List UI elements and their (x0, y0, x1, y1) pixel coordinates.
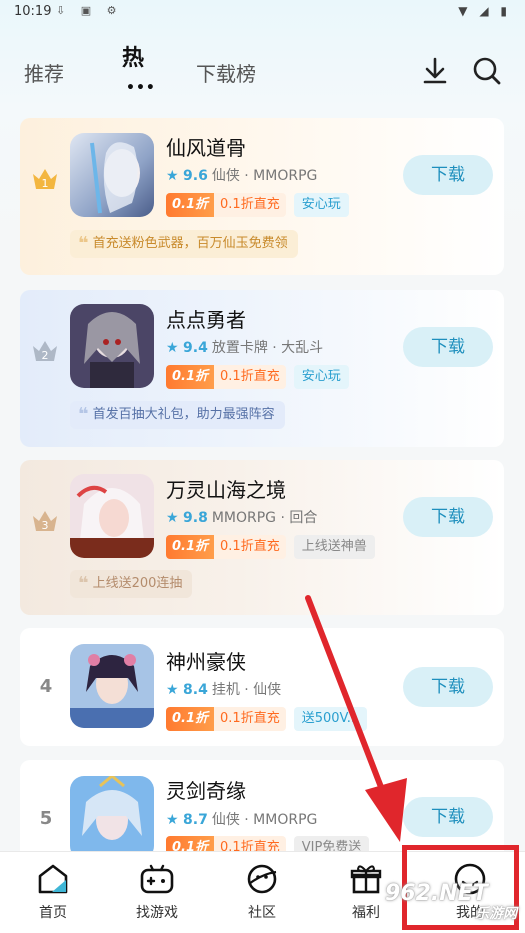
game-title[interactable]: 灵剑奇缘 (166, 775, 246, 804)
discount-badge: 0.1折 (166, 707, 215, 731)
rank-number: 5 (39, 808, 53, 829)
game-meta: ★ 8.7 仙侠 · MMORPG (166, 809, 317, 829)
discount-label: 0.1折直充 (214, 707, 286, 731)
quote-icon: ❝ (78, 573, 89, 594)
tab-hot[interactable]: 热 (122, 40, 144, 72)
star-icon: ★ (166, 340, 179, 356)
promo-text: 首充送粉色武器，百万仙玉免费领 (92, 236, 288, 251)
discount-label: 0.1折直充 (214, 535, 286, 559)
nav-label: 找游戏 (136, 905, 178, 921)
rank-number: 1 (42, 177, 49, 190)
feature-tag: 上线送神兽 (293, 535, 375, 559)
game-card[interactable]: 3 万灵山海之境 ★ 9.8 MMORPG · 回合 0.1折 0.1折直充 上线送神… (20, 460, 504, 615)
promo-text: 上线送200连抽 (92, 576, 183, 591)
download-button[interactable]: 下载 (403, 497, 493, 537)
game-icon-lingjianqiyuan[interactable] (70, 776, 154, 860)
game-score: 9.4 (183, 340, 208, 356)
watermark-sub: 乐游网 (475, 906, 517, 922)
game-meta: ★ 8.4 挂机 · 仙侠 (166, 679, 281, 699)
download-button[interactable]: 下载 (403, 327, 493, 367)
nav-home[interactable]: 首页 (13, 862, 93, 922)
discount-label: 0.1折直充 (214, 365, 286, 389)
game-category: 仙侠 · MMORPG (211, 812, 318, 828)
signal-battery-icons: ▼ ◢ ▮ (458, 4, 511, 18)
search-icon[interactable] (470, 54, 504, 88)
discount-badge: 0.1折 (166, 365, 215, 389)
gold-medal-icon: 1 (33, 169, 57, 190)
tag-row: 0.1折 0.1折直充 安心玩 (166, 365, 349, 389)
game-score: 8.4 (183, 682, 208, 698)
tag-row: 0.1折 0.1折直充 安心玩 (166, 193, 349, 217)
game-icon-diandianyongzhe[interactable] (70, 304, 154, 388)
gift-icon (350, 865, 382, 894)
rank-number: 4 (39, 676, 53, 697)
tab-download-rank[interactable]: 下载榜 (196, 58, 256, 87)
quote-icon: ❝ (78, 233, 89, 254)
top-tab-bar: 推荐 热 ••• 下载榜 (0, 30, 525, 110)
game-category: 放置卡牌 · 大乱斗 (211, 340, 324, 356)
game-title[interactable]: 神州豪侠 (166, 646, 246, 675)
tab-recommend[interactable]: 推荐 (24, 58, 64, 87)
bronze-medal-icon: 3 (33, 511, 57, 532)
game-card[interactable]: 4 神州豪侠 ★ 8.4 挂机 · 仙侠 0.1折 0.1折直充 送500V... 下… (20, 628, 504, 746)
game-title[interactable]: 万灵山海之境 (166, 474, 286, 503)
star-icon: ★ (166, 812, 179, 828)
game-icon-shenzhouhaoxia[interactable] (70, 644, 154, 728)
promo-quote: ❝ 首充送粉色武器，百万仙玉免费领 (70, 230, 298, 258)
rank-number: 2 (42, 349, 49, 362)
tab-active-indicator: ••• (126, 80, 156, 96)
nav-community[interactable]: 社区 (222, 862, 302, 922)
feature-tag: 安心玩 (293, 193, 349, 217)
rank-number: 3 (42, 519, 49, 532)
nav-find-game[interactable]: 找游戏 (117, 862, 197, 922)
game-icon-wanlingshanhai[interactable] (70, 474, 154, 558)
star-icon: ★ (166, 168, 179, 184)
game-category: 挂机 · 仙侠 (211, 682, 282, 698)
download-icon[interactable] (418, 54, 452, 88)
feature-tag: 送500V... (293, 707, 368, 731)
quote-icon: ❝ (78, 404, 89, 425)
discount-badge: 0.1折 (166, 193, 215, 217)
download-button[interactable]: 下载 (403, 797, 493, 837)
download-button[interactable]: 下载 (403, 667, 493, 707)
home-icon (38, 864, 68, 894)
tag-row: 0.1折 0.1折直充 上线送神兽 (166, 535, 375, 559)
watermark: 962.NET 乐游网 (385, 882, 523, 926)
game-category: 仙侠 · MMORPG (211, 168, 318, 184)
feature-tag: 安心玩 (293, 365, 349, 389)
promo-quote: ❝ 上线送200连抽 (70, 570, 193, 598)
game-score: 9.6 (183, 168, 208, 184)
game-card[interactable]: 2 点点勇者 ★ 9.4 放置卡牌 · 大乱斗 0.1折 0.1折直充 安心玩 ❝ 首发… (20, 290, 504, 447)
tag-row: 0.1折 0.1折直充 送500V... (166, 707, 368, 731)
discount-label: 0.1折直充 (214, 193, 286, 217)
discount-badge: 0.1折 (166, 535, 215, 559)
game-card[interactable]: 1 仙风道骨 ★ 9.6 仙侠 · MMORPG 0.1折 0.1折直充 安心玩 ❝ 首… (20, 118, 504, 275)
silver-medal-icon: 2 (33, 341, 57, 362)
game-title[interactable]: 点点勇者 (166, 304, 246, 333)
star-icon: ★ (166, 510, 179, 526)
notification-icons: ⇩ ▣ ⚙ (56, 4, 123, 17)
promo-text: 首发百抽大礼包，助力最强阵容 (92, 407, 275, 422)
promo-quote: ❝ 首发百抽大礼包，助力最强阵容 (70, 401, 285, 429)
game-category: MMORPG · 回合 (211, 510, 318, 526)
game-meta: ★ 9.8 MMORPG · 回合 (166, 507, 317, 527)
status-bar: 10:19 ⇩ ▣ ⚙ ▼ ◢ ▮ (0, 0, 525, 26)
gamepad-icon (140, 864, 174, 894)
game-icon-xianfengdaogu[interactable] (70, 133, 154, 217)
game-meta: ★ 9.4 放置卡牌 · 大乱斗 (166, 337, 323, 357)
game-title[interactable]: 仙风道骨 (166, 132, 246, 161)
game-score: 9.8 (183, 510, 208, 526)
status-time: 10:19 (14, 4, 52, 19)
game-meta: ★ 9.6 仙侠 · MMORPG (166, 165, 317, 185)
download-button[interactable]: 下载 (403, 155, 493, 195)
star-icon: ★ (166, 682, 179, 698)
watermark-brand: 962.NET (385, 881, 488, 906)
nav-label: 首页 (39, 905, 67, 921)
planet-icon (247, 864, 277, 894)
nav-label: 社区 (248, 905, 276, 921)
game-score: 8.7 (183, 812, 208, 828)
